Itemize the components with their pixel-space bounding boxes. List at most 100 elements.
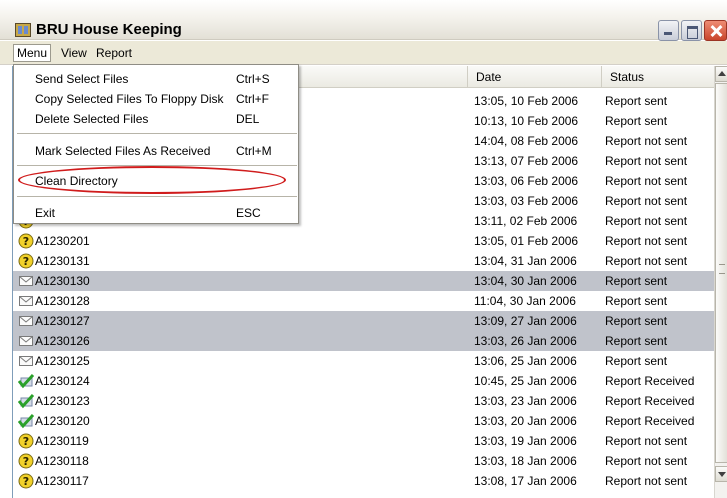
scroll-down-button[interactable]: [715, 466, 727, 482]
menu-item-label: Send Select Files: [35, 72, 129, 86]
cell-status: Report not sent: [605, 254, 688, 268]
table-row[interactable]: A1230124 10:45, 25 Jan 2006 Report Receive…: [13, 371, 715, 391]
cell-status: Report sent: [605, 274, 668, 288]
table-row[interactable]: ? A1230117 13:08, 17 Jan 2006 Report not se…: [13, 471, 715, 491]
checkmark-icon: [17, 413, 35, 429]
envelope-icon: [18, 313, 34, 329]
maximize-button[interactable]: [681, 20, 702, 41]
checkmark-icon: [17, 393, 35, 409]
envelope-icon: [18, 293, 34, 309]
menu-item-mark-as-received[interactable]: Mark Selected Files As Received Ctrl+M: [14, 141, 298, 161]
cell-filename: A1230131: [35, 254, 90, 268]
checkmark-icon: [17, 373, 35, 389]
menu-item-shortcut: ESC: [236, 206, 261, 220]
cell-date: 13:03, 19 Jan 2006: [474, 434, 577, 448]
svg-text:?: ?: [23, 475, 29, 488]
column-header-status[interactable]: Status: [601, 66, 715, 88]
cell-date: 13:03, 26 Jan 2006: [474, 334, 577, 348]
question-icon: ?: [18, 233, 34, 249]
cell-filename: A1230123: [35, 394, 90, 408]
table-row[interactable]: ? A1230119 13:03, 19 Jan 2006 Report not se…: [13, 431, 715, 451]
cell-date: 11:04, 30 Jan 2006: [474, 294, 576, 308]
cell-status: Report sent: [605, 94, 668, 108]
envelope-icon: [18, 353, 34, 369]
cell-status: Report not sent: [605, 234, 688, 248]
menu-item-label: Mark Selected Files As Received: [35, 144, 211, 158]
cell-date: 13:03, 18 Jan 2006: [474, 454, 577, 468]
cell-filename: A1230120: [35, 414, 90, 428]
svg-text:?: ?: [23, 455, 29, 468]
cell-date: 13:11, 02 Feb 2006: [474, 214, 578, 228]
menu-item-label: Copy Selected Files To Floppy Disk: [35, 92, 224, 106]
close-button[interactable]: [704, 20, 727, 41]
cell-status: Report Received: [605, 374, 695, 388]
cell-status: Report sent: [605, 314, 668, 328]
svg-text:?: ?: [23, 235, 29, 248]
cell-filename: A1230124: [35, 374, 90, 388]
cell-date: 13:04, 30 Jan 2006: [474, 274, 577, 288]
envelope-icon: [18, 333, 34, 349]
menu-report[interactable]: Report: [93, 45, 135, 61]
cell-date: 13:08, 17 Jan 2006: [474, 474, 577, 488]
cell-filename: A1230125: [35, 354, 90, 368]
cell-date: 10:13, 10 Feb 2006: [474, 114, 579, 128]
cell-status: Report not sent: [605, 154, 688, 168]
table-row[interactable]: A1230125 13:06, 25 Jan 2006 Report sent: [13, 351, 715, 371]
svg-text:?: ?: [23, 255, 29, 268]
vertical-scrollbar[interactable]: [714, 66, 727, 498]
cell-date: 13:03, 23 Jan 2006: [474, 394, 577, 408]
table-row[interactable]: A1230127 13:09, 27 Jan 2006 Report sent: [13, 311, 715, 331]
menu-item-send-select-files[interactable]: Send Select Files Ctrl+S: [14, 69, 298, 89]
cell-status: Report not sent: [605, 454, 688, 468]
cell-date: 13:03, 20 Jan 2006: [474, 414, 577, 428]
table-row[interactable]: ? A1230201 13:05, 01 Feb 2006 Report not se…: [13, 231, 715, 251]
question-icon: ?: [18, 453, 34, 469]
app-icon: [15, 23, 31, 37]
window-title: BRU House Keeping: [36, 21, 182, 38]
cell-status: Report not sent: [605, 194, 688, 208]
cell-status: Report sent: [605, 354, 668, 368]
cell-date: 14:04, 08 Feb 2006: [474, 134, 579, 148]
cell-filename: A1230119: [35, 434, 89, 448]
scroll-up-button[interactable]: [715, 66, 727, 82]
cell-status: Report not sent: [605, 134, 688, 148]
cell-filename: A1230201: [35, 234, 90, 248]
cell-status: Report sent: [605, 294, 668, 308]
minimize-button[interactable]: [658, 20, 679, 41]
table-row[interactable]: ? A1230118 13:03, 18 Jan 2006 Report not se…: [13, 451, 715, 471]
menu-menu[interactable]: Menu: [13, 44, 52, 62]
question-icon: ?: [18, 433, 34, 449]
menu-item-exit[interactable]: Exit ESC: [14, 203, 298, 223]
cell-date: 13:04, 31 Jan 2006: [474, 254, 577, 268]
cell-status: Report sent: [605, 114, 668, 128]
table-row[interactable]: ? A1230131 13:04, 31 Jan 2006 Report not se…: [13, 251, 715, 271]
cell-status: Report not sent: [605, 214, 688, 228]
menu-dropdown: Send Select Files Ctrl+S Copy Selected F…: [13, 64, 299, 224]
table-row[interactable]: A1230126 13:03, 26 Jan 2006 Report sent: [13, 331, 715, 351]
cell-status: Report sent: [605, 334, 668, 348]
menu-item-delete-selected-files[interactable]: Delete Selected Files DEL: [14, 109, 298, 129]
menu-item-shortcut: Ctrl+F: [236, 92, 269, 106]
cell-filename: A1230118: [35, 454, 89, 468]
title-bar: BRU House Keeping: [0, 0, 727, 41]
table-row[interactable]: A1230128 11:04, 30 Jan 2006 Report sent: [13, 291, 715, 311]
cell-status: Report Received: [605, 414, 695, 428]
cell-status: Report not sent: [605, 474, 688, 488]
highlight-ellipse-annotation: [18, 166, 286, 194]
table-row[interactable]: A1230130 13:04, 30 Jan 2006 Report sent: [13, 271, 715, 291]
question-icon: ?: [18, 253, 34, 269]
scroll-thumb[interactable]: [715, 83, 727, 463]
cell-filename: A1230126: [35, 334, 90, 348]
column-header-date[interactable]: Date: [467, 66, 601, 88]
menu-view[interactable]: View: [58, 45, 90, 61]
menu-item-label: Exit: [35, 206, 56, 220]
cell-filename: A1230127: [35, 314, 90, 328]
cell-date: 13:05, 01 Feb 2006: [474, 234, 579, 248]
cell-status: Report Received: [605, 394, 695, 408]
cell-status: Report not sent: [605, 434, 688, 448]
table-row[interactable]: A1230123 13:03, 23 Jan 2006 Report Receive…: [13, 391, 715, 411]
cell-status: Report not sent: [605, 174, 688, 188]
menu-item-copy-to-floppy[interactable]: Copy Selected Files To Floppy Disk Ctrl+…: [14, 89, 298, 109]
cell-date: 13:03, 03 Feb 2006: [474, 194, 579, 208]
table-row[interactable]: A1230120 13:03, 20 Jan 2006 Report Receive…: [13, 411, 715, 431]
